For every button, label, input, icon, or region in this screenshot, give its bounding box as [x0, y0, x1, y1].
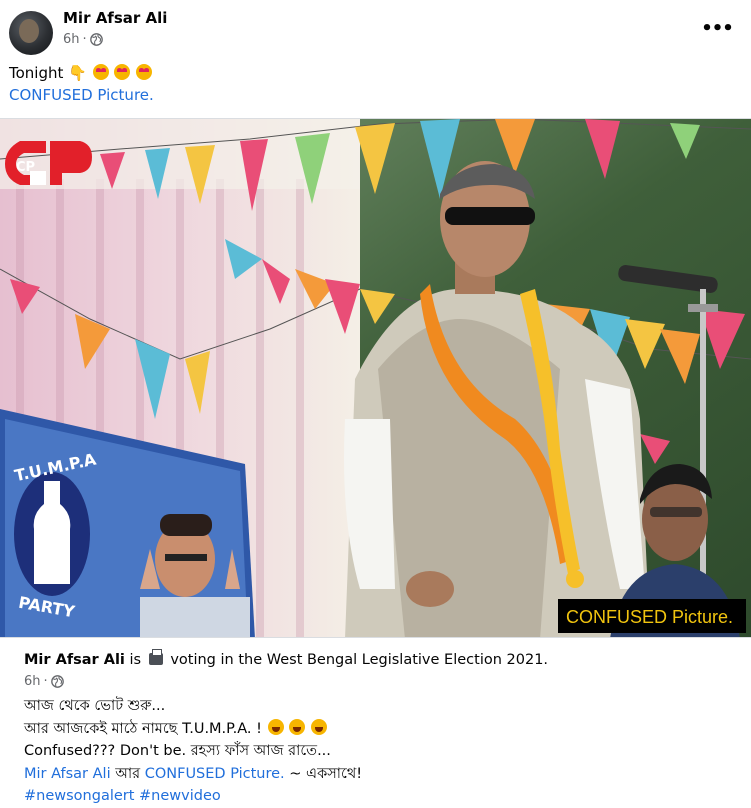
confused-picture-link[interactable]: CONFUSED Picture. — [9, 86, 154, 104]
author-avatar[interactable] — [9, 11, 53, 55]
heart-eyes-icon — [136, 64, 153, 80]
shared-line-2: আর আজকেই মাঠে নামছে T.U.M.P.A. ! — [24, 718, 724, 741]
author-name[interactable]: Mir Afsar Ali — [63, 9, 167, 27]
shared-post: Mir Afsar Ali is voting in the West Beng… — [0, 638, 751, 808]
shared-line-4: Mir Afsar Ali আর CONFUSED Picture. ~ একস… — [24, 765, 363, 782]
globe-icon[interactable] — [89, 33, 103, 46]
grinning-face-icon — [310, 718, 327, 735]
hashtag-links[interactable]: #newsongalert #newvideo — [24, 788, 221, 804]
globe-icon[interactable] — [50, 675, 64, 688]
post-caption: Tonight 👇 CONFUSED Picture. — [9, 62, 739, 106]
grinning-face-icon — [289, 718, 306, 735]
post-photo[interactable]: T.U.M.P.A PARTY CP CONFUSED Picture. — [0, 118, 751, 638]
shared-line-3: Confused??? Don't be. রহস্য ফাঁস আজ রাতে… — [24, 743, 331, 759]
post-header: Mir Afsar Ali 6h · ••• — [0, 0, 751, 62]
logo-text: CP — [16, 160, 35, 175]
shared-line-1: আজ থেকে ভোট শুরু... — [24, 698, 166, 714]
caption-line-1: Tonight 👇 — [9, 62, 739, 84]
shared-post-meta: 6h · — [24, 674, 64, 689]
watermark-text: CONFUSED Picture. — [566, 607, 733, 627]
grinning-face-icon — [267, 718, 284, 735]
shared-time[interactable]: 6h — [24, 674, 41, 689]
post-time[interactable]: 6h — [63, 32, 80, 47]
watermark-box: CONFUSED Picture. — [558, 599, 746, 633]
heart-eyes-icon — [92, 64, 109, 80]
page-mention-link[interactable]: CONFUSED Picture. — [145, 766, 285, 782]
shared-post-header: Mir Afsar Ali is voting in the West Beng… — [24, 649, 549, 668]
shared-post-body: আজ থেকে ভোট শুরু... আর আজকেই মাঠে নামছে … — [24, 695, 724, 785]
pointing-down-hand-icon: 👇 — [68, 64, 87, 82]
post-meta: 6h · — [63, 32, 103, 47]
more-options-icon[interactable]: ••• — [701, 16, 734, 40]
photo-scene: T.U.M.P.A PARTY CP CONFUSED Picture. — [0, 119, 751, 637]
heart-eyes-icon — [114, 64, 131, 80]
author-mention-link[interactable]: Mir Afsar Ali — [24, 766, 111, 782]
caption-line-2: CONFUSED Picture. — [9, 84, 739, 106]
caption-text: Tonight — [9, 64, 64, 82]
shared-is: is — [129, 652, 142, 668]
shared-activity: voting in the West Bengal Legislative El… — [170, 652, 549, 668]
shared-author[interactable]: Mir Afsar Ali — [24, 652, 125, 668]
ballot-box-icon — [148, 649, 163, 665]
